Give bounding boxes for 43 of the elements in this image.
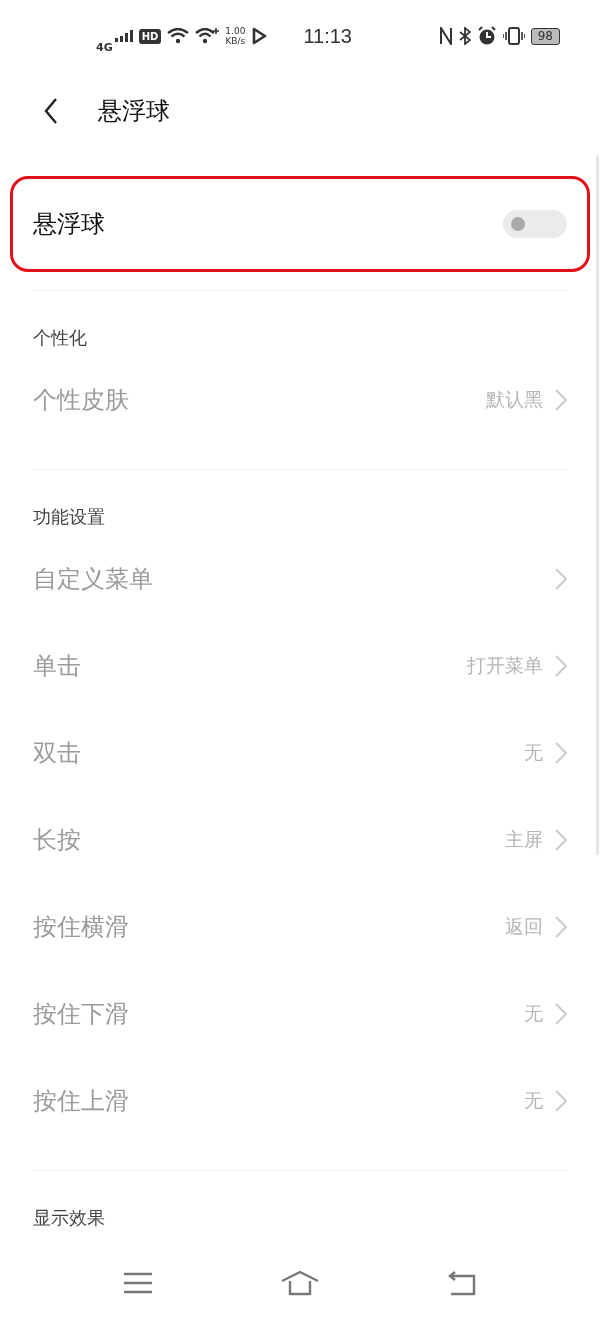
- chevron-icon: [555, 388, 567, 411]
- play-icon: [251, 27, 268, 45]
- setting-label: 双击: [33, 737, 81, 769]
- chevron-icon: [555, 654, 567, 677]
- wifi-icon: [167, 28, 190, 44]
- nfc-icon: [438, 27, 453, 45]
- setting-label: 自定义菜单: [33, 563, 153, 595]
- clock-time: 11:13: [303, 24, 352, 48]
- setting-label: 长按: [33, 824, 81, 856]
- network-type: 4G: [96, 40, 113, 54]
- section-title: 显示效果: [32, 1206, 106, 1230]
- setting-value: 无: [524, 1087, 543, 1113]
- setting-value: 返回: [505, 913, 543, 939]
- section-title: 功能设置: [32, 505, 106, 529]
- setting-value: 默认黑: [486, 386, 543, 412]
- setting-label: 按住横滑: [33, 911, 129, 943]
- hd-badge: HD: [138, 28, 162, 44]
- speed-value: 1.00: [225, 26, 246, 36]
- chevron-icon: [555, 741, 567, 764]
- chevron-icon: [555, 1089, 567, 1112]
- battery-level: 98: [530, 27, 560, 45]
- section-title: 个性化: [32, 326, 88, 350]
- chevron-icon: [555, 567, 567, 590]
- speed-unit: KB/s: [225, 36, 246, 46]
- setting-value: 无: [524, 739, 543, 765]
- setting-label: 个性皮肤: [33, 384, 129, 416]
- setting-value: 主屏: [505, 826, 543, 852]
- signal-icon: [114, 30, 133, 42]
- setting-label: 按住下滑: [33, 998, 129, 1030]
- setting-label: 单击: [33, 650, 81, 682]
- wifi-icon: [195, 28, 220, 44]
- vibrate-icon: [502, 27, 525, 45]
- chevron-icon: [555, 828, 567, 851]
- chevron-icon: [555, 1002, 567, 1025]
- toggle-switch[interactable]: [503, 210, 567, 238]
- page-title: 悬浮球: [98, 96, 170, 127]
- setting-value: 无: [524, 1000, 543, 1026]
- bluetooth-icon: [458, 27, 471, 45]
- chevron-icon: [555, 915, 567, 938]
- setting-label: 悬浮球: [33, 209, 105, 240]
- alarm-icon: [476, 26, 497, 46]
- setting-value: 打开菜单: [467, 652, 543, 678]
- setting-label: 按住上滑: [33, 1085, 129, 1117]
